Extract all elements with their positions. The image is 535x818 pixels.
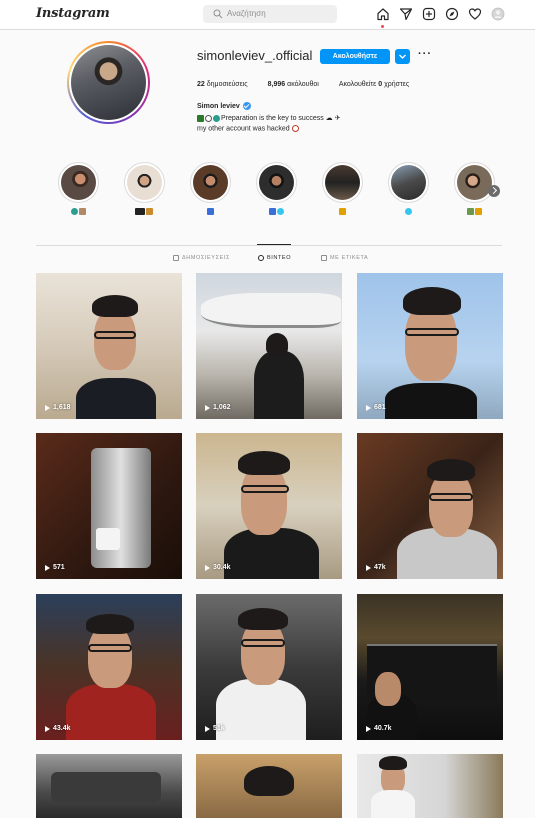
verified-badge-icon (242, 102, 251, 110)
more-options-button[interactable]: ··· (418, 48, 432, 60)
highlight-item[interactable] (388, 162, 432, 218)
following-stat[interactable]: Ακολουθείτε 0 χρήστες (339, 81, 409, 88)
play-icon (45, 725, 50, 732)
video-post[interactable] (36, 754, 182, 818)
highlight-label (388, 208, 429, 215)
highlight-item[interactable] (124, 162, 168, 218)
highlight-cover (391, 165, 426, 200)
highlight-label (256, 208, 297, 215)
view-count: 30.4k (205, 564, 231, 571)
highlight-cover (457, 165, 492, 200)
tab-tagged[interactable]: ΜΕ ΕΤΙΚΕΤΑ (321, 255, 368, 261)
highlight-cover (193, 165, 228, 200)
money-emoji-icon (197, 114, 204, 122)
highlight-label (454, 208, 495, 215)
profile-tabs: ΔΗΜΟΣΙΕΥΣΕΙΣ ΒΙΝΤΕΟ ΜΕ ΕΤΙΚΕΤΑ (0, 255, 535, 265)
video-post[interactable]: 571 (36, 433, 182, 579)
home-active-indicator (381, 25, 384, 28)
home-icon[interactable] (376, 7, 390, 21)
profile-stats: 22 δημοσιεύσεις 8,996 ακόλουθοι Ακολουθε… (197, 81, 409, 88)
tagged-icon (321, 255, 327, 261)
view-count: 681 (366, 404, 386, 411)
profile-full-name: Simon leviev (197, 102, 251, 110)
highlight-item[interactable] (256, 162, 300, 218)
highlight-item[interactable] (58, 162, 102, 218)
video-post[interactable]: 43.4k (36, 594, 182, 740)
video-post[interactable]: 1,062 (196, 273, 342, 419)
highlight-item[interactable] (322, 162, 366, 218)
highlight-label (322, 208, 363, 215)
play-icon (205, 404, 210, 411)
search-input[interactable]: Αναζήτηση (203, 5, 337, 23)
instagram-logo[interactable]: Instagram (36, 6, 110, 21)
highlight-label (190, 208, 231, 215)
play-icon (45, 564, 50, 571)
top-navigation-bar: Instagram Αναζήτηση (0, 0, 535, 30)
highlight-cover (127, 165, 162, 200)
explore-icon[interactable] (445, 7, 459, 21)
play-icon (205, 564, 210, 571)
tab-videos[interactable]: ΒΙΝΤΕΟ (258, 255, 291, 261)
play-icon (366, 404, 371, 411)
play-icon (366, 564, 371, 571)
view-count: 47k (366, 564, 386, 571)
video-post[interactable]: 30.4k (196, 433, 342, 579)
prohibited-emoji-icon (291, 125, 299, 132)
video-post[interactable]: 40.7k (357, 594, 503, 740)
posts-count-stat: 22 δημοσιεύσεις (197, 81, 248, 88)
highlight-cover (259, 165, 294, 200)
highlight-item[interactable] (190, 162, 234, 218)
view-count: 1,062 (205, 404, 231, 411)
direct-icon[interactable] (399, 7, 413, 21)
profile-photo (71, 45, 146, 120)
profile-picture[interactable] (67, 41, 150, 124)
highlight-cover (61, 165, 96, 200)
story-highlights (58, 162, 518, 222)
followers-stat[interactable]: 8,996 ακόλουθοι (268, 81, 319, 88)
tab-posts[interactable]: ΔΗΜΟΣΙΕΥΣΕΙΣ (173, 255, 230, 261)
grid-icon (173, 255, 179, 261)
video-post[interactable] (357, 754, 503, 818)
tabs-divider (36, 245, 502, 246)
highlight-label (124, 208, 165, 215)
play-icon (366, 725, 371, 732)
view-count: 1,618 (45, 404, 71, 411)
view-count: 51k (205, 725, 225, 732)
globe-emoji-icon (213, 114, 220, 122)
view-count: 571 (45, 564, 65, 571)
view-count: 40.7k (366, 725, 392, 732)
bio-line-1: Preparation is the key to success ☁ ✈ (197, 114, 340, 122)
highlights-next-arrow-icon[interactable] (488, 185, 500, 197)
play-icon (205, 725, 210, 732)
chevron-down-icon (399, 54, 406, 59)
search-placeholder: Αναζήτηση (227, 9, 266, 18)
video-post[interactable]: 1,618 (36, 273, 182, 419)
play-icon (45, 404, 50, 411)
video-post[interactable]: 47k (357, 433, 503, 579)
video-post[interactable] (196, 754, 342, 818)
highlight-label (58, 208, 99, 215)
video-icon (258, 255, 264, 261)
search-icon (213, 9, 223, 19)
highlight-cover (325, 165, 360, 200)
cloud-emoji-icon: ☁ ✈ (325, 115, 341, 122)
follow-button[interactable]: Ακολουθήστε (320, 49, 390, 64)
bio-line-2: my other account was hacked (197, 125, 300, 132)
suggested-dropdown-button[interactable] (395, 49, 410, 64)
watch-emoji-icon (205, 114, 212, 122)
activity-icon[interactable] (468, 7, 482, 21)
new-post-icon[interactable] (422, 7, 436, 21)
view-count: 43.4k (45, 725, 71, 732)
profile-username: simonleviev_.official (197, 48, 313, 63)
video-post[interactable]: 51k (196, 594, 342, 740)
active-tab-indicator (257, 244, 291, 245)
profile-avatar[interactable] (491, 7, 505, 21)
video-post[interactable]: 681 (357, 273, 503, 419)
